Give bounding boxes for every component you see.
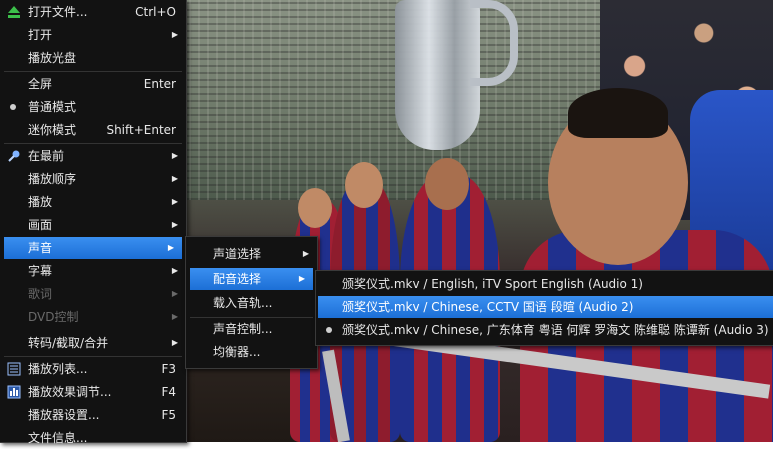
menu-separator bbox=[4, 143, 182, 144]
menu-item-sound[interactable]: 声音 ▶ bbox=[4, 237, 182, 259]
menu-item-label: 播放器设置... bbox=[28, 408, 100, 422]
submenu-item-sound-control[interactable]: 声音控制... bbox=[186, 318, 317, 340]
menu-item-label: 载入音轨... bbox=[213, 296, 273, 310]
menu-item-label: 在最前 bbox=[28, 149, 65, 163]
menu-item-label: 播放效果调节... bbox=[28, 385, 112, 399]
radio-checked-icon bbox=[326, 327, 332, 333]
submenu-arrow-icon: ▶ bbox=[171, 312, 178, 321]
menu-item-transcode[interactable]: 转码/截取/合并 ▶ bbox=[0, 332, 186, 354]
menu-item-label: 全屏 bbox=[28, 77, 53, 91]
menu-item-normal-mode[interactable]: 普通模式 bbox=[0, 96, 186, 118]
menu-item-label: 声道选择 bbox=[213, 247, 262, 261]
submenu-arrow-icon: ▶ bbox=[171, 151, 178, 160]
pin-icon bbox=[8, 150, 20, 162]
menu-item-shortcut: F4 bbox=[161, 385, 176, 399]
eject-icon bbox=[8, 6, 20, 18]
menu-item-subtitle[interactable]: 字幕 ▶ bbox=[0, 260, 186, 282]
menu-item-dvd-control[interactable]: DVD控制 ▶ bbox=[0, 306, 186, 328]
menu-item-label: 颁奖仪式.mkv / Chinese, CCTV 国语 段暄 (Audio 2) bbox=[342, 300, 634, 314]
submenu-item-load-track[interactable]: 载入音轨... bbox=[186, 292, 317, 314]
menu-item-shortcut: Enter bbox=[143, 77, 176, 91]
player-head bbox=[425, 158, 469, 210]
menu-item-fullscreen[interactable]: 全屏 Enter bbox=[0, 73, 186, 95]
menu-item-label: 字幕 bbox=[28, 264, 53, 278]
menu-item-always-on-top[interactable]: 在最前 ▶ bbox=[0, 145, 186, 167]
trophy bbox=[395, 0, 480, 150]
sound-submenu: 声道选择 ▶ 配音选择 ▶ 载入音轨... 声音控制... 均衡器... bbox=[185, 236, 318, 369]
menu-item-shortcut: F5 bbox=[161, 408, 176, 422]
menu-item-label: 声音控制... bbox=[213, 322, 273, 336]
menu-item-label: 歌词 bbox=[28, 287, 53, 301]
menu-item-label: 播放 bbox=[28, 195, 53, 209]
player-main-head bbox=[548, 88, 688, 265]
menu-item-label: 播放光盘 bbox=[28, 51, 77, 65]
menu-item-label: 颁奖仪式.mkv / English, iTV Sport English (A… bbox=[342, 277, 643, 291]
audio-track-item[interactable]: 颁奖仪式.mkv / English, iTV Sport English (A… bbox=[316, 273, 773, 295]
submenu-item-dub-select[interactable]: 配音选择 ▶ bbox=[190, 268, 313, 290]
menu-item-open[interactable]: 打开 ▶ bbox=[0, 24, 186, 46]
radio-checked-icon bbox=[10, 104, 16, 110]
menu-item-settings[interactable]: 播放器设置... F5 bbox=[0, 404, 186, 426]
audio-track-submenu: 颁奖仪式.mkv / English, iTV Sport English (A… bbox=[315, 270, 773, 346]
submenu-arrow-icon: ▶ bbox=[171, 220, 178, 229]
menu-item-file-info[interactable]: 文件信息... bbox=[0, 427, 186, 449]
menu-item-shortcut: Shift+Enter bbox=[106, 123, 176, 137]
effects-icon bbox=[7, 385, 21, 399]
menu-item-label: 颁奖仪式.mkv / Chinese, 广东体育 粤语 何辉 罗海文 陈维聪 陈… bbox=[342, 323, 769, 337]
menu-item-open-file[interactable]: 打开文件... Ctrl+O bbox=[0, 1, 186, 23]
menu-item-effects[interactable]: 播放效果调节... F4 bbox=[0, 381, 186, 403]
submenu-arrow-icon: ▶ bbox=[171, 338, 178, 347]
submenu-arrow-icon: ▶ bbox=[298, 274, 305, 283]
menu-item-picture[interactable]: 画面 ▶ bbox=[0, 214, 186, 236]
submenu-item-equalizer[interactable]: 均衡器... bbox=[186, 341, 317, 363]
menu-item-label: 声音 bbox=[28, 241, 53, 255]
player-head bbox=[345, 162, 383, 208]
menu-separator bbox=[4, 71, 182, 72]
menu-item-label: 迷你模式 bbox=[28, 123, 77, 137]
menu-item-label: 普通模式 bbox=[28, 100, 77, 114]
menu-item-label: DVD控制 bbox=[28, 310, 79, 324]
menu-item-label: 打开文件... bbox=[28, 5, 88, 19]
audio-track-item[interactable]: 颁奖仪式.mkv / Chinese, 广东体育 粤语 何辉 罗海文 陈维聪 陈… bbox=[316, 319, 773, 341]
submenu-arrow-icon: ▶ bbox=[171, 174, 178, 183]
menu-item-label: 转码/截取/合并 bbox=[28, 336, 109, 350]
menu-item-play[interactable]: 播放 ▶ bbox=[0, 191, 186, 213]
menu-item-label: 均衡器... bbox=[213, 345, 261, 359]
menu-item-label: 画面 bbox=[28, 218, 53, 232]
menu-item-label: 播放顺序 bbox=[28, 172, 77, 186]
playlist-icon bbox=[7, 362, 21, 376]
submenu-arrow-icon: ▶ bbox=[171, 30, 178, 39]
submenu-arrow-icon: ▶ bbox=[302, 249, 309, 258]
menu-item-shortcut: Ctrl+O bbox=[135, 5, 176, 19]
menu-item-label: 配音选择 bbox=[213, 272, 262, 286]
submenu-arrow-icon: ▶ bbox=[171, 197, 178, 206]
player-head bbox=[298, 188, 332, 228]
menu-item-label: 文件信息... bbox=[28, 431, 88, 445]
submenu-arrow-icon: ▶ bbox=[167, 243, 174, 252]
menu-item-label: 播放列表... bbox=[28, 362, 88, 376]
menu-item-playlist[interactable]: 播放列表... F3 bbox=[0, 358, 186, 380]
audio-track-item[interactable]: 颁奖仪式.mkv / Chinese, CCTV 国语 段暄 (Audio 2) bbox=[318, 296, 773, 318]
menu-item-mini-mode[interactable]: 迷你模式 Shift+Enter bbox=[0, 119, 186, 141]
menu-item-lyrics[interactable]: 歌词 ▶ bbox=[0, 283, 186, 305]
menu-item-play-order[interactable]: 播放顺序 ▶ bbox=[0, 168, 186, 190]
menu-separator bbox=[4, 356, 182, 357]
context-menu: 打开文件... Ctrl+O 打开 ▶ 播放光盘 全屏 Enter 普通模式 迷… bbox=[0, 0, 187, 445]
submenu-arrow-icon: ▶ bbox=[171, 289, 178, 298]
trophy-handle bbox=[470, 0, 518, 86]
menu-item-shortcut: F3 bbox=[161, 362, 176, 376]
menu-item-label: 打开 bbox=[28, 28, 53, 42]
submenu-arrow-icon: ▶ bbox=[171, 266, 178, 275]
menu-item-play-disc[interactable]: 播放光盘 bbox=[0, 47, 186, 69]
submenu-item-channel-select[interactable]: 声道选择 ▶ bbox=[186, 243, 317, 265]
